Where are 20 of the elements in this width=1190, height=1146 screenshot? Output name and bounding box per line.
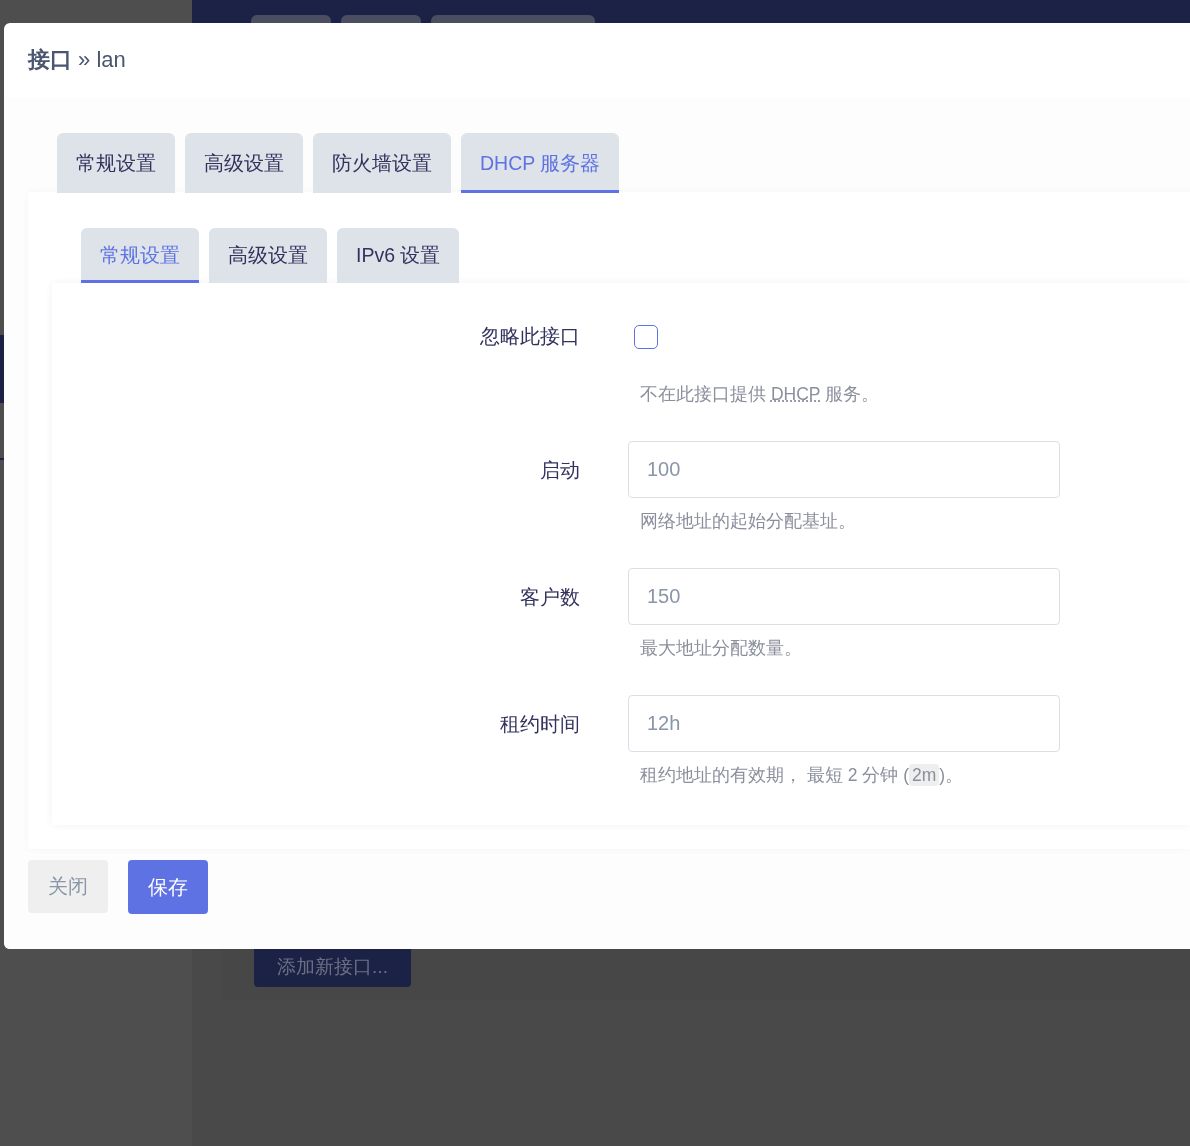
tab[interactable]: 高级设置 <box>185 133 303 193</box>
field-description: 最大地址分配数量。 <box>639 637 802 660</box>
tab[interactable]: 防火墙设置 <box>313 133 451 193</box>
field-description: 不在此接口提供 DHCP 服务。 <box>639 383 880 406</box>
field-label: 启动 <box>540 458 580 483</box>
field-label: 客户数 <box>520 585 580 610</box>
save-button[interactable]: 保存 <box>128 860 208 914</box>
tab[interactable]: IPv6 设置 <box>337 228 460 283</box>
field-description: 租约地址的有效期， 最短 2 分钟 ( 2m )。 <box>639 763 964 787</box>
input-field[interactable]: 100 <box>628 441 1060 498</box>
field-label: 租约时间 <box>500 712 580 737</box>
dialog-title: 接口 » lan <box>28 46 126 74</box>
sidebar-highlight <box>0 335 4 403</box>
checkbox[interactable] <box>634 325 658 349</box>
input-field[interactable]: 150 <box>628 568 1060 625</box>
input-field[interactable]: 12h <box>628 695 1060 752</box>
field-label: 忽略此接口 <box>480 324 580 349</box>
field-description: 网络地址的起始分配基址。 <box>639 510 856 533</box>
tab[interactable]: 常规设置 <box>57 133 175 193</box>
tab[interactable]: 高级设置 <box>209 228 327 283</box>
